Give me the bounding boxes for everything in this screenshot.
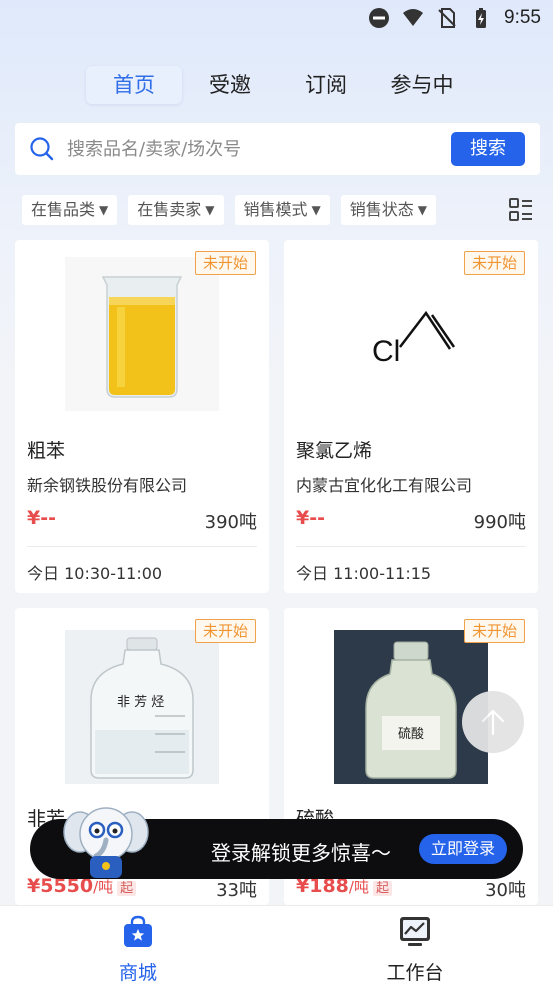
status-badge: 未开始: [194, 619, 256, 643]
product-name: 聚氯乙烯: [296, 440, 373, 462]
price-unit: /吨: [348, 878, 369, 896]
status-bar: 9:55: [0, 0, 553, 38]
filter-label: 在售品类: [31, 200, 96, 219]
no-sim-icon: [438, 8, 456, 28]
product-time: 今日 10:30-11:00: [27, 564, 163, 583]
nav-shop[interactable]: 商城: [78, 914, 198, 983]
product-price: ¥--: [27, 507, 56, 529]
product-seller: 新余钢铁股份有限公司: [27, 476, 188, 495]
tab-participating[interactable]: 参与中: [374, 66, 470, 104]
workbench-monitor-icon: [400, 917, 430, 946]
price-from-tag: 起: [117, 881, 137, 896]
dnd-icon: [369, 8, 390, 28]
search-icon: [30, 137, 54, 161]
search-button[interactable]: 搜索: [451, 132, 525, 166]
login-banner-text: 登录解锁更多惊喜～: [211, 841, 391, 865]
status-badge: 未开始: [463, 251, 525, 275]
filter-category[interactable]: 在售品类 ▼: [22, 195, 118, 225]
battery-charging-icon: [476, 8, 487, 28]
status-badge: 未开始: [463, 619, 525, 643]
clock: 9:55: [504, 7, 541, 28]
nav-workbench[interactable]: 工作台: [355, 914, 475, 983]
caret-down-icon: ▼: [417, 203, 427, 217]
caret-down-icon: ▼: [205, 203, 215, 217]
tab-invited[interactable]: 受邀: [182, 66, 278, 104]
tab-home[interactable]: 首页: [86, 66, 182, 104]
filter-sale-mode[interactable]: 销售模式 ▼: [234, 195, 330, 225]
product-quantity: 33吨: [216, 880, 257, 901]
divider: [296, 546, 526, 547]
elephant-mascot-icon: [63, 807, 149, 878]
search-input[interactable]: [67, 138, 451, 160]
product-card[interactable]: Cl 未开始 聚氯乙烯 内蒙古宜化化工有限公司 ¥-- 990吨 今日 11:0…: [284, 240, 538, 593]
filter-label: 销售模式: [243, 200, 308, 219]
caret-down-icon: ▼: [99, 203, 109, 217]
structure-label: Cl: [372, 335, 400, 368]
product-price: ¥--: [296, 507, 325, 529]
caret-down-icon: ▼: [311, 203, 321, 217]
search-bar: 搜索: [15, 123, 540, 175]
product-name: 粗苯: [27, 440, 66, 462]
wifi-icon: [403, 9, 424, 26]
top-tabs: 首页 受邀 订阅 参与中: [86, 66, 470, 104]
nav-label: 商城: [118, 962, 157, 983]
tab-subscribed[interactable]: 订阅: [278, 66, 374, 104]
divider: [27, 546, 257, 547]
filter-label: 在售卖家: [137, 200, 202, 219]
price-from-tag: 起: [372, 881, 392, 896]
product-card[interactable]: 未开始 粗苯 新余钢铁股份有限公司 ¥-- 390吨 今日 10:30-11:0…: [15, 240, 269, 593]
bottle-label: 硫酸: [398, 727, 424, 742]
shop-bag-icon: [124, 915, 152, 947]
product-seller: 内蒙古宜化化工有限公司: [296, 476, 473, 495]
vinyl-chloride-structure-image: Cl: [334, 257, 488, 411]
product-quantity: 990吨: [473, 512, 526, 533]
filter-sale-status[interactable]: 销售状态 ▼: [340, 195, 436, 225]
nav-label: 工作台: [386, 962, 444, 983]
bottle-non-aromatic-image: 非 芳 烃: [65, 630, 219, 784]
bottle-label: 非 芳 烃: [117, 695, 164, 710]
product-quantity: 30吨: [485, 880, 526, 901]
back-to-top-button[interactable]: [462, 691, 524, 753]
login-button[interactable]: 立即登录: [419, 834, 507, 864]
product-quantity: 390吨: [204, 512, 257, 533]
status-badge: 未开始: [194, 251, 256, 275]
arrow-up-icon: [481, 709, 505, 736]
filter-label: 销售状态: [349, 200, 414, 219]
beaker-yellow-liquid-image: [65, 257, 219, 411]
product-time: 今日 11:00-11:15: [296, 564, 432, 583]
filter-seller[interactable]: 在售卖家 ▼: [128, 195, 224, 225]
layout-toggle-icon[interactable]: [508, 197, 534, 223]
bottom-nav: 商城 工作台: [0, 905, 553, 983]
filter-bar: 在售品类 ▼ 在售卖家 ▼ 销售模式 ▼ 销售状态 ▼: [22, 195, 436, 225]
